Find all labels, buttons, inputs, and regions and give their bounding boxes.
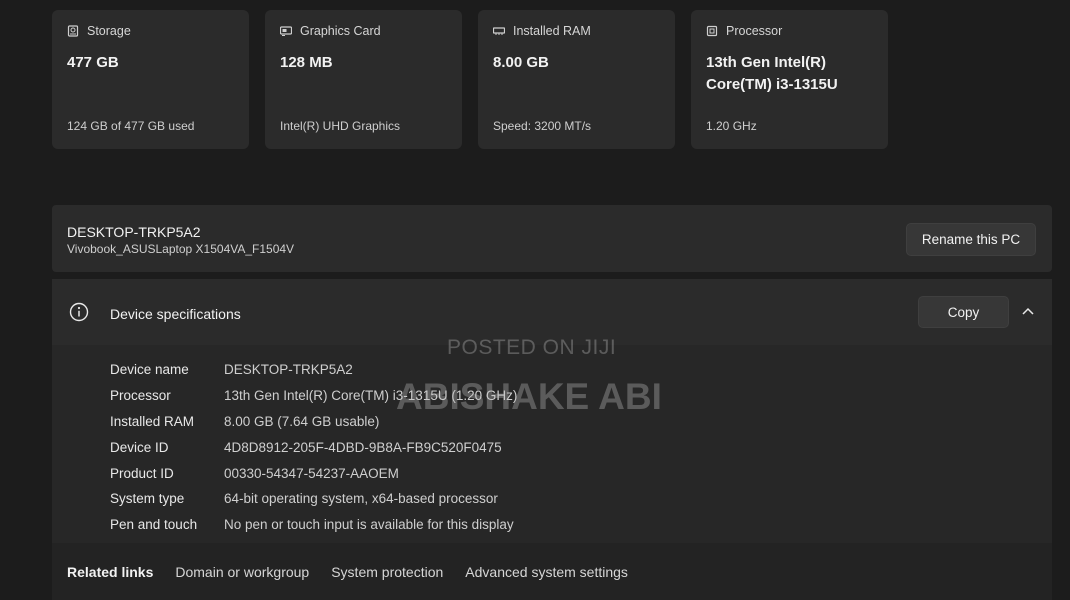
device-specifications-header[interactable]: Device specifications Copy	[52, 279, 1052, 345]
pc-model: Vivobook_ASUSLaptop X1504VA_F1504V	[67, 242, 295, 256]
spec-list: Device name DESKTOP-TRKP5A2 Processor 13…	[110, 357, 517, 538]
ram-speed: Speed: 3200 MT/s	[493, 119, 592, 133]
domain-or-workgroup-link[interactable]: Domain or workgroup	[175, 564, 309, 580]
spec-label: Pen and touch	[110, 517, 198, 533]
system-protection-link[interactable]: System protection	[331, 564, 443, 580]
spec-label: System type	[110, 491, 185, 507]
rename-pc-button[interactable]: Rename this PC	[906, 223, 1036, 256]
copy-button[interactable]: Copy	[918, 296, 1009, 328]
processor-card[interactable]: Processor 13th Gen Intel(R) Core(TM) i3-…	[691, 10, 888, 149]
spec-label: Device ID	[110, 439, 169, 455]
info-icon	[69, 302, 89, 322]
installed-ram-value: 8.00 GB	[493, 54, 549, 71]
graphics-card-card[interactable]: Graphics Card 128 MB Intel(R) UHD Graphi…	[265, 10, 462, 149]
hardware-summary-cards: Storage 477 GB 124 GB of 477 GB used Gra…	[52, 10, 888, 149]
spec-value: 00330-54347-54237-AAOEM	[224, 465, 399, 481]
processor-value: 13th Gen Intel(R) Core(TM) i3-1315U	[706, 54, 838, 93]
ram-icon	[493, 27, 505, 35]
graphics-card-value: 128 MB	[280, 54, 333, 71]
storage-icon	[67, 25, 79, 37]
pc-name-section: DESKTOP-TRKP5A2 Vivobook_ASUSLaptop X150…	[52, 205, 1052, 272]
installed-ram-label: Installed RAM	[513, 24, 591, 38]
processor-label: Processor	[726, 24, 783, 38]
storage-value: 477 GB	[67, 54, 119, 71]
spec-value: 8.00 GB (7.64 GB usable)	[224, 413, 380, 429]
spec-value: 4D8D8912-205F-4DBD-9B8A-FB9C520F0475	[224, 439, 502, 455]
processor-speed: 1.20 GHz	[706, 119, 757, 133]
spec-row-processor: Processor 13th Gen Intel(R) Core(TM) i3-…	[110, 383, 517, 409]
chevron-up-icon[interactable]	[1022, 306, 1034, 316]
graphics-card-label: Graphics Card	[300, 24, 381, 38]
spec-row-pen-and-touch: Pen and touch No pen or touch input is a…	[110, 512, 517, 538]
spec-row-installed-ram: Installed RAM 8.00 GB (7.64 GB usable)	[110, 409, 517, 435]
spec-row-device-id: Device ID 4D8D8912-205F-4DBD-9B8A-FB9C52…	[110, 434, 517, 460]
spec-value: 64-bit operating system, x64-based proce…	[224, 491, 498, 507]
spec-label: Product ID	[110, 465, 174, 481]
related-links-label: Related links	[67, 563, 154, 580]
spec-value: DESKTOP-TRKP5A2	[224, 362, 353, 378]
spec-row-product-id: Product ID 00330-54347-54237-AAOEM	[110, 460, 517, 486]
graphics-card-icon	[280, 26, 292, 36]
storage-usage: 124 GB of 477 GB used	[67, 119, 195, 133]
storage-label: Storage	[87, 24, 131, 38]
device-specifications-title: Device specifications	[110, 306, 241, 322]
spec-value: 13th Gen Intel(R) Core(TM) i3-1315U (1.2…	[224, 388, 518, 404]
advanced-system-settings-link[interactable]: Advanced system settings	[465, 564, 628, 580]
pc-name: DESKTOP-TRKP5A2	[67, 224, 201, 240]
spec-label: Processor	[110, 388, 171, 404]
spec-value: No pen or touch input is available for t…	[224, 517, 514, 533]
spec-label: Device name	[110, 362, 189, 378]
storage-card[interactable]: Storage 477 GB 124 GB of 477 GB used	[52, 10, 249, 149]
installed-ram-card[interactable]: Installed RAM 8.00 GB Speed: 3200 MT/s	[478, 10, 675, 149]
spec-row-device-name: Device name DESKTOP-TRKP5A2	[110, 357, 517, 383]
spec-row-system-type: System type 64-bit operating system, x64…	[110, 486, 517, 512]
processor-icon	[706, 25, 718, 37]
graphics-card-name: Intel(R) UHD Graphics	[280, 119, 401, 133]
related-links-bar: Related links Domain or workgroup System…	[52, 543, 1052, 600]
spec-label: Installed RAM	[110, 413, 195, 429]
